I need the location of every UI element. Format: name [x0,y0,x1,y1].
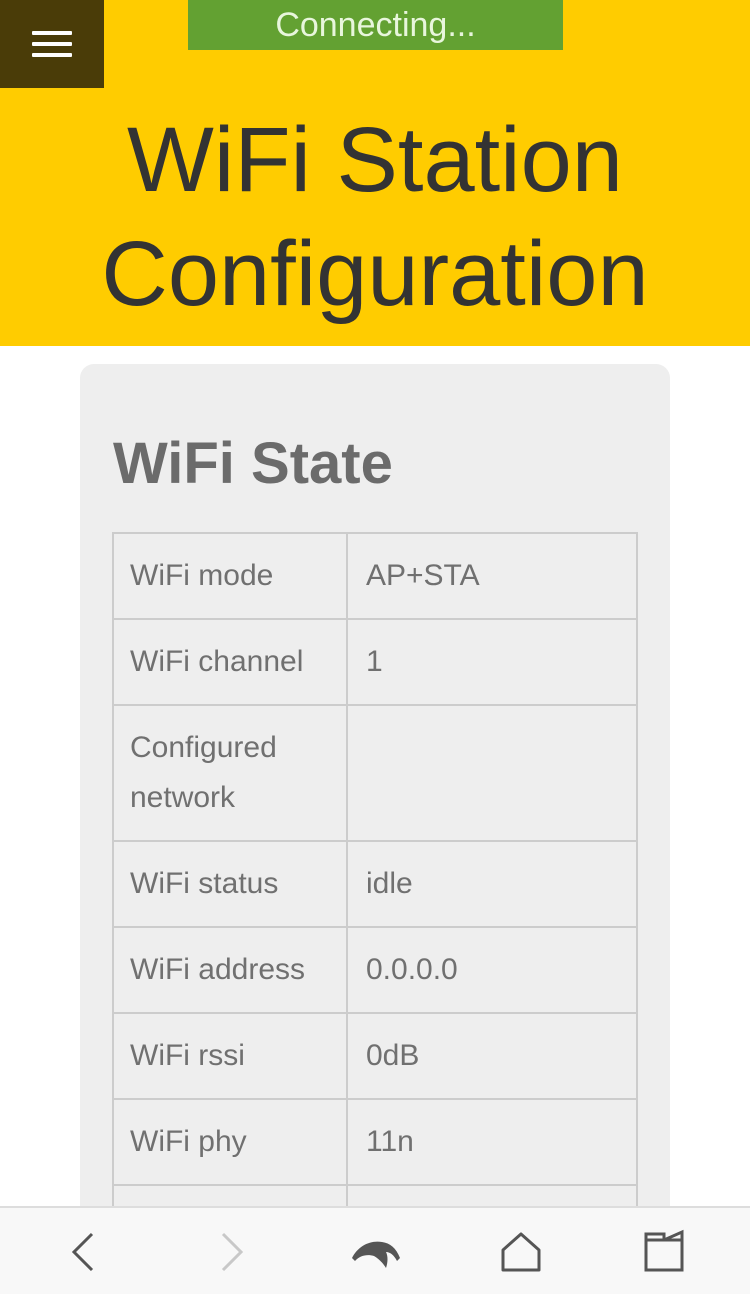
row-label: WiFi channel [112,618,348,706]
row-label: WiFi mode [112,532,348,620]
header: Connecting... WiFi Station Configuration [0,0,750,346]
hamburger-line [32,42,72,46]
tabs-icon[interactable] [642,1228,690,1276]
table-row: WiFi mode AP+STA [112,532,638,620]
hamburger-line [32,31,72,35]
row-value: AP+STA [346,532,638,620]
row-value: 0.0.0.0 [346,926,638,1014]
table-row: WiFi channel 1 [112,618,638,706]
forward-arrow-icon[interactable] [207,1228,255,1276]
table-row: WiFi rssi 0dB [112,1012,638,1100]
row-label: Configured network [112,704,348,842]
wifi-state-card: WiFi State WiFi mode AP+STA WiFi channel… [80,364,670,1272]
row-label: WiFi phy [112,1098,348,1186]
row-value: 11n [346,1098,638,1186]
card-title: WiFi State [113,431,393,496]
dolphin-icon[interactable] [350,1228,402,1276]
table-row: WiFi phy 11n [112,1098,638,1186]
home-icon[interactable] [497,1228,545,1276]
row-value: 1 [346,618,638,706]
browser-toolbar [0,1206,750,1294]
back-arrow-icon[interactable] [60,1228,108,1276]
page: Connecting... WiFi Station Configuration… [0,0,750,1294]
connection-status-badge: Connecting... [188,0,563,50]
page-title: WiFi Station Configuration [101,109,649,325]
table-row: WiFi address 0.0.0.0 [112,926,638,1014]
row-label: WiFi status [112,840,348,928]
hamburger-menu-button[interactable] [0,0,104,88]
wifi-state-table: WiFi mode AP+STA WiFi channel 1 Configur… [112,532,638,1272]
row-value: idle [346,840,638,928]
row-value [346,704,638,842]
table-row: Configured network [112,704,638,842]
row-label: WiFi address [112,926,348,1014]
row-label: WiFi rssi [112,1012,348,1100]
table-row: WiFi status idle [112,840,638,928]
row-value: 0dB [346,1012,638,1100]
hamburger-line [32,53,72,57]
